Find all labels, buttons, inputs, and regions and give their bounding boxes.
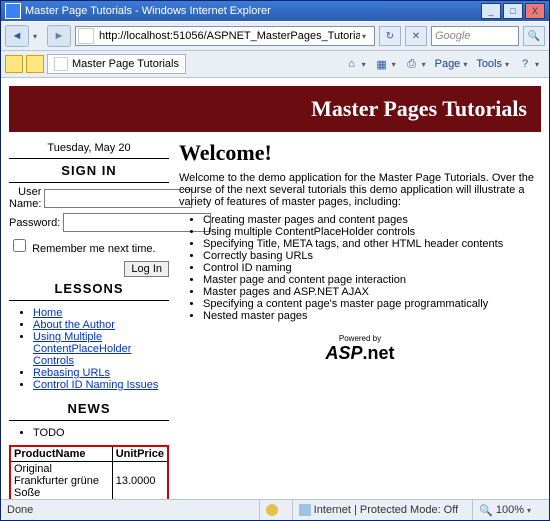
list-item: Master page and content page interaction — [203, 274, 541, 286]
list-item: Using multiple ContentPlaceHolder contro… — [203, 226, 541, 238]
page-icon — [78, 28, 94, 44]
list-item: Nested master pages — [203, 310, 541, 322]
window-title: Master Page Tutorials - Windows Internet… — [25, 5, 479, 17]
list-item: Master pages and ASP.NET AJAX — [203, 286, 541, 298]
products-col-name: ProductName — [10, 446, 112, 462]
search-placeholder: Google — [435, 30, 470, 42]
lesson-link[interactable]: Home — [33, 307, 62, 319]
lessons-heading: LESSONS — [9, 277, 169, 301]
news-list: TODO — [9, 427, 169, 439]
add-favorite-icon[interactable] — [26, 55, 44, 73]
remember-label: Remember me next time. — [32, 243, 155, 255]
lesson-link[interactable]: About the Author — [33, 319, 115, 331]
username-input[interactable] — [44, 189, 192, 208]
banner: Master Pages Tutorials — [9, 86, 541, 132]
ie-icon — [5, 3, 21, 19]
feature-list: Creating master pages and content pages … — [179, 214, 541, 322]
home-icon[interactable]: ⌂ — [345, 57, 359, 71]
tools-menu[interactable]: Tools — [476, 58, 502, 70]
search-button[interactable]: 🔍 — [523, 26, 545, 46]
list-item: Specifying a content page's master page … — [203, 298, 541, 310]
sidebar: Tuesday, May 20 SIGN IN User Name: Passw… — [9, 138, 169, 499]
lessons-list: Home About the Author Using Multiple Con… — [9, 307, 169, 391]
aspnet-text: ASP.net — [179, 343, 541, 364]
status-done: Done — [7, 504, 33, 516]
powered-by-label: Powered by — [179, 334, 541, 343]
status-bar: Done Internet | Protected Mode: Off 🔍 10… — [1, 499, 549, 520]
help-icon[interactable]: ? — [518, 57, 532, 71]
lesson-link[interactable]: Using Multiple ContentPlaceHolder Contro… — [33, 331, 131, 367]
nav-toolbar: ◄ ▾ ► ▾ ↻ ✕ Google 🔍 — [1, 21, 549, 51]
tab-active[interactable]: Master Page Tutorials — [47, 54, 186, 74]
lesson-link[interactable]: Control ID Naming Issues — [33, 379, 158, 391]
back-button[interactable]: ◄ — [5, 25, 29, 47]
login-button[interactable]: Log In — [124, 261, 169, 277]
minimize-button[interactable]: _ — [481, 3, 501, 19]
tab-title: Master Page Tutorials — [72, 58, 179, 70]
list-item: Correctly basing URLs — [203, 250, 541, 262]
products-col-price: UnitPrice — [112, 446, 168, 462]
url-input[interactable] — [97, 28, 362, 44]
page-title: Welcome! — [179, 140, 541, 166]
list-item: Specifying Title, META tags, and other H… — [203, 238, 541, 250]
list-item: Creating master pages and content pages — [203, 214, 541, 226]
print-icon[interactable]: ⎙ — [405, 57, 419, 71]
browser-viewport: Master Pages Tutorials Tuesday, May 20 S… — [1, 78, 549, 499]
address-bar[interactable]: ▾ — [75, 26, 375, 46]
feeds-icon[interactable]: ▦ — [375, 57, 389, 71]
status-zoom: 100% — [496, 504, 524, 516]
list-item: Control ID naming — [203, 262, 541, 274]
maximize-button[interactable]: □ — [503, 3, 523, 19]
page-menu[interactable]: Page — [435, 58, 461, 70]
popup-blocker-icon[interactable] — [266, 504, 278, 516]
close-button[interactable]: X — [525, 3, 545, 19]
refresh-button[interactable]: ↻ — [379, 26, 401, 46]
lesson-link[interactable]: Rebasing URLs — [33, 367, 110, 379]
password-label: Password: — [9, 217, 60, 229]
tab-toolbar: Master Page Tutorials ⌂▾ ▦▾ ⎙▾ Page▾ Too… — [1, 51, 549, 78]
favorites-icon[interactable] — [5, 55, 23, 73]
aspnet-logo: Powered by ASP.net — [179, 334, 541, 364]
forward-button[interactable]: ► — [47, 25, 71, 47]
date-label: Tuesday, May 20 — [9, 138, 169, 159]
username-label: User Name: — [9, 186, 41, 210]
window-titlebar: Master Page Tutorials - Windows Internet… — [1, 1, 549, 21]
zoom-dropdown-icon[interactable]: ▾ — [527, 506, 537, 515]
table-row: Original Frankfurter grüne Soße13.0000 — [10, 462, 168, 500]
search-box[interactable]: Google — [431, 26, 519, 46]
url-dropdown-icon[interactable]: ▾ — [362, 32, 372, 41]
news-heading: NEWS — [9, 397, 169, 421]
status-zone: Internet | Protected Mode: Off — [314, 504, 459, 516]
zoom-icon[interactable]: 🔍 — [479, 504, 493, 517]
products-table: ProductName UnitPrice Original Frankfurt… — [9, 445, 169, 499]
back-dropdown-icon[interactable]: ▾ — [33, 32, 43, 41]
news-item: TODO — [33, 427, 169, 439]
stop-button[interactable]: ✕ — [405, 26, 427, 46]
signin-heading: SIGN IN — [9, 159, 169, 183]
internet-zone-icon — [299, 504, 311, 516]
page-intro: Welcome to the demo application for the … — [179, 172, 541, 208]
tab-page-icon — [54, 57, 68, 71]
remember-checkbox[interactable] — [13, 239, 26, 252]
main-content: Welcome! Welcome to the demo application… — [179, 138, 541, 499]
